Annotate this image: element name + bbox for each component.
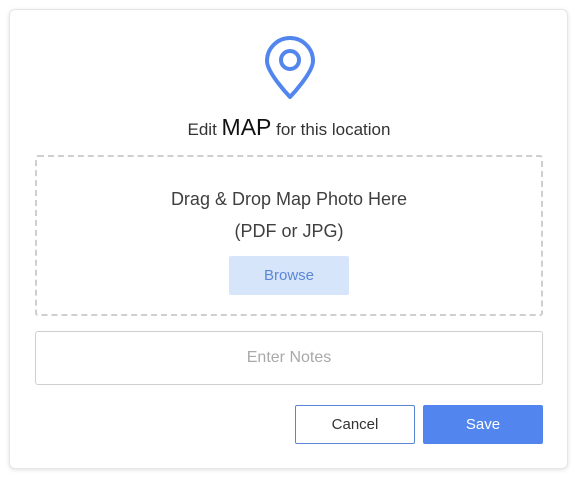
map-pin-icon (265, 36, 315, 99)
title-suffix: for this location (276, 120, 391, 139)
save-button[interactable]: Save (423, 405, 543, 444)
title-emphasis: MAP (221, 114, 272, 140)
dropzone-instruction: Drag & Drop Map Photo Here (170, 189, 408, 209)
file-dropzone[interactable]: Drag & Drop Map Photo Here (PDF or JPG) … (35, 155, 543, 316)
title-prefix: Edit (187, 120, 217, 139)
browse-button[interactable]: Browse (229, 256, 349, 295)
dropzone-file-types: (PDF or JPG) (234, 221, 344, 241)
notes-input[interactable] (35, 331, 543, 385)
cancel-button[interactable]: Cancel (295, 405, 415, 444)
dialog-title: Edit MAP for this location (0, 112, 578, 145)
